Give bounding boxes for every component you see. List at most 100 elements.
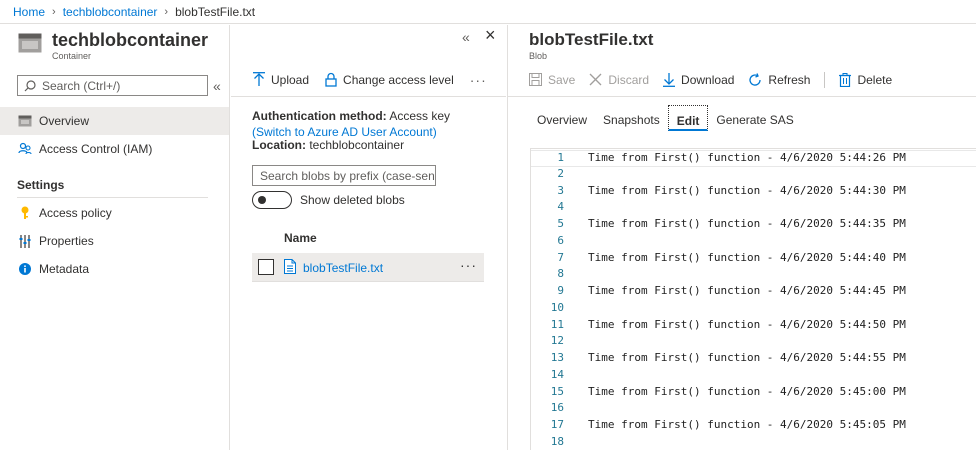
toggle-knob xyxy=(258,196,266,204)
editor-line[interactable]: 9 Time from First() function - 4/6/2020 5… xyxy=(531,284,976,301)
breadcrumb-home-link[interactable]: Home xyxy=(13,5,45,19)
editor-line[interactable]: 7 Time from First() function - 4/6/2020 5… xyxy=(531,251,976,268)
blob-list-toolbar: Upload Change access level ··· xyxy=(231,63,506,97)
refresh-button[interactable]: Refresh xyxy=(748,73,810,87)
line-text: Time from First() function - 4/6/2020 5:… xyxy=(588,183,906,197)
editor-line[interactable]: 15 Time from First() function - 4/6/2020 … xyxy=(531,385,976,402)
nav-item-access-policy[interactable]: Access policy xyxy=(0,199,229,227)
save-button[interactable]: Save xyxy=(529,73,575,87)
close-icon xyxy=(589,73,602,86)
line-number: 1 xyxy=(557,151,564,164)
line-text: Time from First() function - 4/6/2020 5:… xyxy=(588,351,906,364)
line-number: 16 xyxy=(550,401,564,415)
upload-button[interactable]: Upload xyxy=(253,72,309,87)
line-number: 10 xyxy=(550,300,564,314)
editor-line[interactable]: 11 Time from First() function - 4/6/2020 … xyxy=(531,318,976,335)
name-column-header[interactable]: Name xyxy=(284,231,317,245)
nav-item-label: Access policy xyxy=(39,206,112,220)
editor-line[interactable]: 14 xyxy=(531,368,976,385)
editor-line[interactable]: 6 xyxy=(531,234,976,251)
collapse-menu-icon[interactable]: « xyxy=(213,78,221,94)
editor-line[interactable]: 18 xyxy=(531,435,976,450)
lock-icon xyxy=(325,72,337,87)
close-icon[interactable]: × xyxy=(485,26,496,44)
more-options-icon[interactable]: ··· xyxy=(470,72,487,88)
location: Location: techblobcontainer xyxy=(252,138,404,152)
line-number: 9 xyxy=(557,284,564,297)
editor-line[interactable]: 13 Time from First() function - 4/6/2020 … xyxy=(531,351,976,368)
show-deleted-label: Show deleted blobs xyxy=(300,193,405,207)
editor-line[interactable]: 3 Time from First() function - 4/6/2020 5… xyxy=(531,184,976,201)
nav-item-properties[interactable]: Properties xyxy=(0,227,229,255)
menu-search-input[interactable]: Search (Ctrl+/) xyxy=(17,75,208,96)
save-icon xyxy=(529,73,542,86)
show-deleted-toggle[interactable] xyxy=(252,191,292,209)
chevron-right-icon: › xyxy=(52,5,56,18)
file-icon xyxy=(284,259,296,274)
editor-line[interactable]: 1 Time from First() function - 4/6/2020 5… xyxy=(531,150,976,167)
upload-icon xyxy=(253,72,265,87)
line-number: 12 xyxy=(550,334,564,348)
line-number: 15 xyxy=(550,384,564,398)
refresh-icon xyxy=(748,72,762,87)
container-subtitle: Container xyxy=(52,51,92,61)
line-number: 2 xyxy=(557,166,564,180)
discard-button[interactable]: Discard xyxy=(589,73,649,87)
nav-item-overview[interactable]: Overview xyxy=(0,107,229,135)
info-icon xyxy=(17,261,33,277)
upload-label: Upload xyxy=(271,72,310,87)
blob-name-link[interactable]: blobTestFile.txt xyxy=(303,261,383,275)
nav-item-metadata[interactable]: Metadata xyxy=(0,255,229,283)
table-row[interactable]: blobTestFile.txt ··· xyxy=(252,253,484,282)
line-number: 13 xyxy=(550,351,564,364)
line-text: Time from First() function - 4/6/2020 5:… xyxy=(588,284,906,297)
blob-title: blobTestFile.txt xyxy=(529,30,654,49)
container-title: techblobcontainer xyxy=(52,30,209,50)
delete-button[interactable]: Delete xyxy=(839,72,893,87)
editor-line[interactable]: 5 Time from First() function - 4/6/2020 5… xyxy=(531,217,976,234)
sliders-icon xyxy=(17,233,33,249)
download-button[interactable]: Download xyxy=(663,72,734,87)
line-number: 7 xyxy=(557,250,564,264)
tab-edit[interactable]: Edit xyxy=(667,105,709,131)
delete-label: Delete xyxy=(857,72,893,87)
line-text: Time from First() function - 4/6/2020 5:… xyxy=(588,384,906,398)
blob-tabs: Overview Snapshots Edit Generate SAS xyxy=(529,105,802,137)
editor-line[interactable]: 2 xyxy=(531,167,976,184)
auth-method-label: Authentication method: xyxy=(252,109,387,123)
container-icon xyxy=(18,33,42,53)
row-checkbox[interactable] xyxy=(258,259,274,275)
blob-subtitle: Blob xyxy=(529,51,548,61)
blob-blade: blobTestFile.txt Blob Save Discard Downl… xyxy=(507,25,976,450)
tab-snapshots[interactable]: Snapshots xyxy=(595,105,668,131)
tab-generate-sas[interactable]: Generate SAS xyxy=(708,105,801,131)
nav-item-access-control[interactable]: Access Control (IAM) xyxy=(0,135,229,163)
download-icon xyxy=(663,72,676,87)
line-text: Time from First() function - 4/6/2020 5:… xyxy=(588,418,906,431)
line-number: 5 xyxy=(557,217,564,230)
editor-line[interactable]: 8 xyxy=(531,267,976,284)
line-number: 17 xyxy=(550,418,564,431)
collapse-icon[interactable]: « xyxy=(462,29,470,45)
blob-toolbar: Save Discard Download Refresh Delete xyxy=(508,63,976,97)
switch-auth-link[interactable]: (Switch to Azure AD User Account) xyxy=(252,125,437,139)
row-more-icon[interactable]: ··· xyxy=(460,257,477,273)
breadcrumb-current: blobTestFile.txt xyxy=(175,4,256,19)
blob-search-input[interactable]: Search blobs by prefix (case-sens xyxy=(252,165,436,186)
line-text: Time from First() function - 4/6/2020 5:… xyxy=(588,250,906,264)
change-access-level-button[interactable]: Change access level xyxy=(325,72,454,87)
breadcrumb-container-link[interactable]: techblobcontainer xyxy=(63,5,158,19)
line-number: 4 xyxy=(557,200,564,214)
editor-line[interactable]: 16 xyxy=(531,401,976,418)
nav-item-label: Metadata xyxy=(39,262,90,276)
nav-item-label: Access Control (IAM) xyxy=(39,142,153,156)
editor-line[interactable]: 10 xyxy=(531,301,976,318)
editor-line[interactable]: 12 xyxy=(531,334,976,351)
code-editor[interactable]: 1 Time from First() function - 4/6/2020 5… xyxy=(530,148,976,450)
editor-line[interactable]: 4 xyxy=(531,200,976,217)
menu-search-placeholder: Search (Ctrl+/) xyxy=(42,78,121,93)
tab-overview[interactable]: Overview xyxy=(529,105,595,131)
editor-line[interactable]: 17 Time from First() function - 4/6/2020 … xyxy=(531,418,976,435)
settings-heading: Settings xyxy=(17,178,65,192)
location-label: Location: xyxy=(252,138,306,152)
